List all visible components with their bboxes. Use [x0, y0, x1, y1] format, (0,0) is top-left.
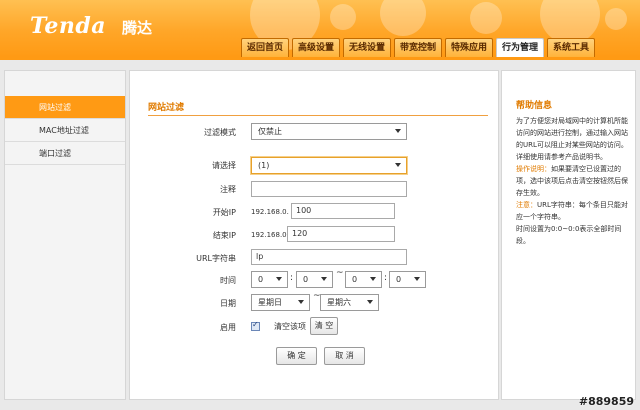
end-ip-input[interactable]: 120 — [287, 226, 395, 242]
filter-mode-value: 仅禁止 — [258, 127, 282, 136]
tab-special-apps[interactable]: 特殊应用 — [445, 38, 493, 57]
brand-logo-cn: 腾达 — [122, 19, 153, 37]
chevron-down-icon — [414, 277, 420, 281]
end-minute-value: 0 — [396, 275, 402, 284]
chevron-down-icon — [370, 277, 376, 281]
tab-advanced[interactable]: 高级设置 — [292, 38, 340, 57]
header-divider — [0, 57, 640, 60]
help-paragraph-intro: 为了方便您对局域网中的计算机所能访问的网站进行控制，通过输入网站的URL可以阻止… — [516, 117, 628, 161]
url-label: URL字符串 — [196, 254, 236, 263]
decor-bubble — [330, 4, 356, 30]
start-hour-select[interactable]: 0 — [251, 271, 288, 288]
start-day-value: 星期日 — [258, 298, 282, 307]
brand-logo: Tenda — [30, 13, 106, 39]
enable-checkbox[interactable] — [251, 320, 260, 331]
main-nav-tabs: 返回首页 高级设置 无线设置 带宽控制 特殊应用 行为管理 系统工具 — [241, 38, 595, 57]
chevron-down-icon — [321, 277, 327, 281]
start-minute-value: 0 — [303, 275, 309, 284]
cancel-button[interactable]: 取 消 — [324, 347, 365, 365]
help-panel: 帮助信息 为了方便您对局域网中的计算机所能访问的网站进行控制，通过输入网站的UR… — [501, 70, 636, 400]
start-ip-input[interactable]: 100 — [291, 203, 395, 219]
section-divider — [148, 115, 488, 116]
decor-bubble — [470, 2, 502, 34]
end-hour-value: 0 — [352, 275, 358, 284]
start-day-select[interactable]: 星期日 — [251, 294, 310, 311]
clear-button[interactable]: 清 空 — [310, 317, 338, 335]
sidebar-item-website-filter[interactable]: 网站过滤 — [5, 96, 125, 119]
decor-bubble — [605, 8, 627, 30]
end-day-value: 星期六 — [327, 298, 351, 307]
time-label: 时间 — [220, 276, 236, 285]
help-title: 帮助信息 — [516, 101, 553, 111]
help-note-label: 注意： — [516, 201, 537, 209]
url-input[interactable]: lp — [251, 249, 407, 265]
section-title: 网站过滤 — [148, 103, 185, 113]
filter-mode-select[interactable]: 仅禁止 — [251, 123, 407, 140]
tab-home[interactable]: 返回首页 — [241, 38, 289, 57]
help-paragraph-operation: 操作说明：如果要清空已设置过的项，选中该项后点击清空按钮然后保存生效。 — [516, 163, 628, 199]
start-ip-label: 开始IP — [212, 208, 236, 217]
chevron-down-icon — [276, 277, 282, 281]
header-banner: Tenda 腾达 返回首页 高级设置 无线设置 带宽控制 特殊应用 行为管理 系… — [0, 0, 640, 57]
remark-input[interactable] — [251, 181, 407, 197]
help-paragraph-note: 注意：URL字符串：每个条目只能对应一个字符串。 — [516, 199, 628, 223]
tab-bandwidth[interactable]: 带宽控制 — [394, 38, 442, 57]
time-range-tilde: ~ — [336, 268, 344, 278]
rule-select-value: (1) — [258, 161, 270, 170]
start-ip-prefix: 192.168.0. — [251, 208, 289, 216]
end-hour-select[interactable]: 0 — [345, 271, 382, 288]
main-panel: 网站过滤 过滤模式 仅禁止 请选择 (1) 注释 开始IP 192.168.0.… — [129, 70, 499, 400]
end-minute-select[interactable]: 0 — [389, 271, 426, 288]
clear-item-label: 清空该项 — [274, 322, 306, 331]
tab-behavior-management[interactable]: 行为管理 — [496, 38, 544, 57]
enable-label: 启用 — [220, 323, 236, 332]
help-body: 为了方便您对局域网中的计算机所能访问的网站进行控制，通过输入网站的URL可以阻止… — [516, 115, 628, 247]
chevron-down-icon — [367, 300, 373, 304]
end-ip-prefix: 192.168.0. — [251, 231, 289, 239]
date-label: 日期 — [220, 299, 236, 308]
watermark-text: #889859 — [578, 395, 634, 408]
chevron-down-icon — [395, 129, 401, 133]
ok-button[interactable]: 确 定 — [276, 347, 317, 365]
help-paragraph-time: 时间设置为0:0~0:0表示全部时间段。 — [516, 225, 622, 245]
sidebar-item-mac-filter[interactable]: MAC地址过滤 — [5, 119, 125, 142]
select-rule-label: 请选择 — [212, 161, 236, 170]
time-separator: : — [384, 273, 388, 283]
start-minute-select[interactable]: 0 — [296, 271, 333, 288]
sidebar-item-port-filter[interactable]: 端口过滤 — [5, 142, 125, 165]
sidebar: 网站过滤 MAC地址过滤 端口过滤 — [4, 70, 126, 400]
chevron-down-icon — [298, 300, 304, 304]
time-separator: : — [290, 273, 294, 283]
tab-wireless[interactable]: 无线设置 — [343, 38, 391, 57]
chevron-down-icon — [395, 163, 401, 167]
start-hour-value: 0 — [258, 275, 264, 284]
filter-mode-label: 过滤模式 — [204, 128, 236, 137]
rule-select[interactable]: (1) — [251, 157, 407, 174]
remark-label: 注释 — [220, 185, 236, 194]
end-ip-label: 结束IP — [212, 231, 236, 240]
decor-bubble — [380, 0, 426, 36]
tab-system-tools[interactable]: 系统工具 — [547, 38, 595, 57]
end-day-select[interactable]: 星期六 — [320, 294, 379, 311]
help-operation-label: 操作说明： — [516, 165, 551, 173]
